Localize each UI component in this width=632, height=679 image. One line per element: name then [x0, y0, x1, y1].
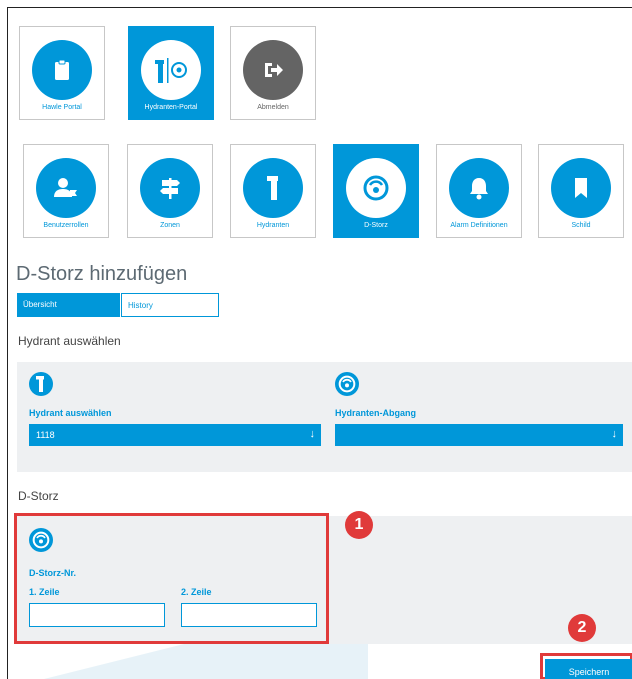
storz-coupling-icon	[335, 372, 359, 396]
hydrant-icon	[243, 158, 303, 218]
nav-tile-label: Hawle Portal	[42, 104, 82, 111]
clipboard-icon	[32, 40, 92, 100]
bookmark-icon	[551, 158, 611, 218]
section-heading-hydrant: Hydrant auswählen	[18, 334, 121, 348]
signpost-icon	[140, 158, 200, 218]
highlight-box-1	[14, 513, 329, 644]
arrow-down-icon: ↓	[309, 428, 316, 440]
bell-icon	[449, 158, 509, 218]
nav-tile-hawle-portal[interactable]: Hawle Portal	[19, 26, 105, 120]
section-heading-d-storz: D-Storz	[18, 489, 59, 503]
logout-icon	[243, 40, 303, 100]
nav-tile-label: Hydranten-Portal	[144, 104, 198, 111]
app-frame: Hawle Portal Hydranten-Portal Abmelden B…	[7, 7, 632, 679]
module-tile-label: Zonen	[160, 222, 180, 229]
user-roles-icon	[36, 158, 96, 218]
hydrant-select-label: Hydrant auswählen	[29, 408, 112, 418]
module-tile-hydranten[interactable]: Hydranten	[230, 144, 316, 238]
storz-coupling-icon	[346, 158, 406, 218]
arrow-down-icon: ↓	[611, 428, 618, 440]
save-button[interactable]: Speichern	[545, 659, 632, 679]
hydrant-select-value: 1118	[36, 430, 55, 440]
module-tile-label: Benutzerrollen	[43, 222, 89, 229]
hydrant-panel: Hydrant auswählen 1118 ↓ Hydranten-Abgan…	[17, 362, 632, 472]
tab-history[interactable]: History	[121, 293, 219, 317]
module-tile-schild[interactable]: Schild	[538, 144, 624, 238]
tab-uebersicht[interactable]: Übersicht	[17, 293, 120, 317]
module-tile-alarm-definitionen[interactable]: Alarm Definitionen	[436, 144, 522, 238]
hydrant-select[interactable]: 1118 ↓	[29, 424, 321, 446]
module-tile-d-storz[interactable]: D-Storz	[333, 144, 419, 238]
nav-tile-hydranten-portal[interactable]: Hydranten-Portal	[128, 26, 214, 120]
nav-tile-abmelden[interactable]: Abmelden	[230, 26, 316, 120]
module-tile-benutzerrollen[interactable]: Benutzerrollen	[23, 144, 109, 238]
annotation-marker-2: 2	[568, 614, 596, 642]
module-tile-label: D-Storz	[364, 222, 388, 229]
page-title: D-Storz hinzufügen	[16, 263, 188, 285]
module-tile-label: Hydranten	[256, 222, 290, 229]
hydrant-portal-icon	[141, 40, 201, 100]
module-tile-label: Alarm Definitionen	[450, 222, 508, 229]
outlet-select-label: Hydranten-Abgang	[335, 408, 416, 418]
hydrant-icon	[29, 372, 53, 396]
nav-tile-label: Abmelden	[257, 104, 289, 111]
outlet-select[interactable]: ↓	[335, 424, 623, 446]
module-tile-label: Schild	[571, 222, 591, 229]
annotation-marker-1: 1	[345, 511, 373, 539]
module-tile-zonen[interactable]: Zonen	[127, 144, 213, 238]
